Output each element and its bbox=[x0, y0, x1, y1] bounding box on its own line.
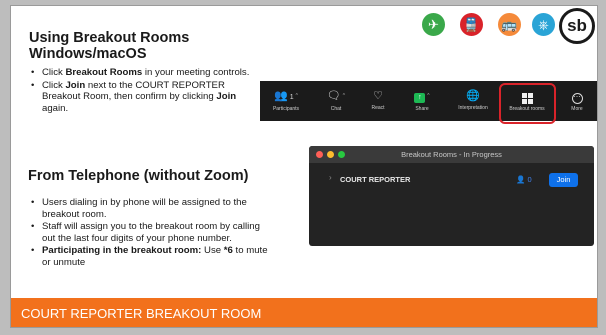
wheel-icon: ⎈ bbox=[530, 11, 557, 38]
bold-text: Breakout Rooms bbox=[65, 67, 143, 78]
text: Use bbox=[201, 245, 224, 257]
share-icon: ↑ bbox=[414, 92, 426, 103]
toolbar-more-button[interactable]: ⋯ More bbox=[558, 81, 596, 121]
text: Users dialing in by phone will be assign… bbox=[42, 197, 247, 220]
bold-text: Join bbox=[216, 91, 237, 103]
chat-icon: 🗨 ˆ bbox=[326, 89, 346, 102]
footer-bar: COURT REPORTER BREAKOUT ROOM bbox=[11, 298, 597, 327]
text: Click bbox=[42, 79, 66, 91]
bold-text: Participating in the breakout room: bbox=[42, 245, 202, 257]
text: Click bbox=[42, 67, 66, 78]
text: in your meeting controls. bbox=[142, 67, 250, 78]
breakout-rooms-highlight bbox=[499, 83, 556, 124]
slide: Using Breakout Rooms Windows/macOS Click… bbox=[10, 5, 598, 328]
section-title-telephone: From Telephone (without Zoom) bbox=[28, 168, 249, 184]
chevron-right-icon[interactable]: › bbox=[329, 173, 332, 182]
text: again. bbox=[42, 102, 69, 114]
breakout-rooms-window: Breakout Rooms - In Progress › COURT REP… bbox=[309, 146, 594, 246]
breakout-room-row[interactable]: › COURT REPORTER 👤 0 Join bbox=[309, 170, 594, 190]
footer-title: COURT REPORTER BREAKOUT ROOM bbox=[21, 306, 262, 321]
person-icon: 👤 bbox=[516, 175, 526, 184]
sb-logo: sb bbox=[559, 8, 595, 44]
heart-icon: ♡ bbox=[373, 90, 383, 102]
toolbar-chat-button[interactable]: 🗨 ˆ Chat bbox=[316, 81, 356, 121]
bold-text: Join bbox=[65, 79, 86, 91]
bullet-item: Staff will assign you to the breakout ro… bbox=[25, 221, 270, 244]
bullet-item: Click Join next to the COURT REPORTER Br… bbox=[25, 80, 260, 115]
bullet-item: Click Breakout Rooms in your meeting con… bbox=[25, 67, 260, 79]
join-button[interactable]: Join bbox=[549, 173, 578, 187]
more-icon: ⋯ bbox=[571, 92, 583, 104]
bold-text: *6 bbox=[223, 245, 233, 257]
participant-count: 👤 0 bbox=[516, 175, 532, 184]
window-title: Breakout Rooms - In Progress bbox=[401, 150, 502, 159]
toolbar-participants-button[interactable]: 👥 1 ˆ Participants bbox=[262, 81, 310, 121]
section-title-computer: Using Breakout Rooms Windows/macOS bbox=[29, 30, 190, 62]
window-titlebar: Breakout Rooms - In Progress bbox=[309, 146, 594, 163]
bullet-item: Users dialing in by phone will be assign… bbox=[25, 197, 270, 220]
telephone-instructions: Users dialing in by phone will be assign… bbox=[25, 197, 270, 270]
toolbar-react-button[interactable]: ♡ React bbox=[358, 81, 398, 121]
toolbar-interpretation-button[interactable]: 🌐 Interpretation bbox=[448, 81, 498, 121]
text: Staff will assign you to the breakout ro… bbox=[42, 221, 260, 244]
room-name: COURT REPORTER bbox=[340, 175, 411, 184]
globe-icon: 🌐 bbox=[466, 90, 480, 102]
computer-instructions: Click Breakout Rooms in your meeting con… bbox=[25, 67, 260, 115]
participants-icon: 👥 1 ˆ bbox=[274, 89, 298, 102]
bullet-item: Participating in the breakout room: Use … bbox=[25, 245, 270, 268]
train-icon: 🚆 bbox=[458, 11, 485, 38]
toolbar-share-button[interactable]: ↑ ˆ Share bbox=[400, 81, 444, 121]
bus-icon: 🚌 bbox=[496, 11, 523, 38]
airplane-icon: ✈ bbox=[420, 11, 447, 38]
